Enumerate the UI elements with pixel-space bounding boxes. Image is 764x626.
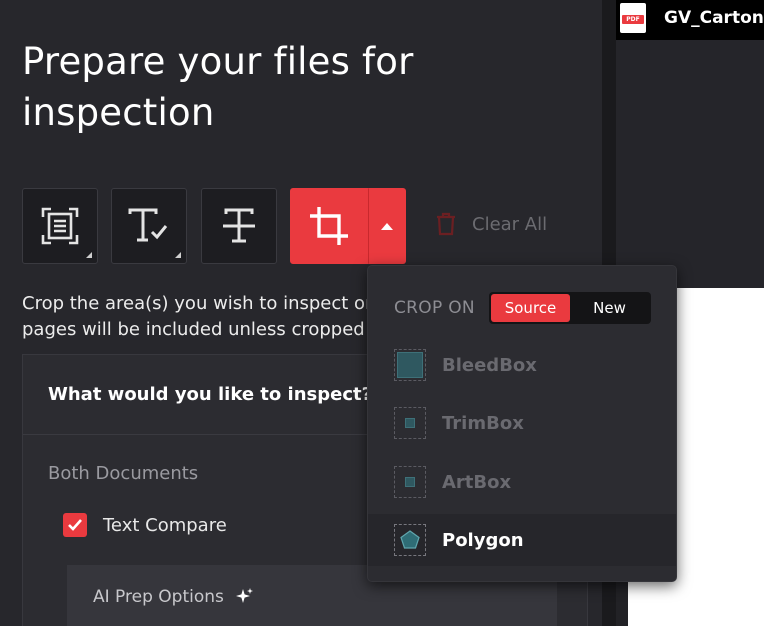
clear-all-button[interactable]: Clear All	[436, 212, 547, 236]
text-compare-option[interactable]: Text Compare	[63, 513, 227, 537]
menu-item-label: BleedBox	[442, 354, 537, 376]
menu-item-label: ArtBox	[442, 471, 512, 493]
menu-item-bleedbox[interactable]: BleedBox	[368, 339, 676, 391]
crop-button[interactable]	[290, 188, 368, 264]
toggle-new[interactable]: New	[570, 294, 649, 322]
menu-item-polygon[interactable]: Polygon	[368, 514, 676, 566]
menu-item-trimbox[interactable]: TrimBox	[368, 397, 676, 449]
artbox-icon	[394, 466, 426, 498]
section-label: Both Documents	[48, 463, 199, 484]
checkmark-icon	[68, 519, 82, 531]
text-compare-label: Text Compare	[103, 514, 227, 536]
submenu-corner-indicator	[86, 252, 92, 258]
pdf-file-icon: PDF	[620, 3, 646, 33]
text-check-button[interactable]	[111, 188, 187, 264]
text-compare-checkbox[interactable]	[63, 513, 87, 537]
pdf-badge: PDF	[622, 15, 644, 24]
document-tab[interactable]: PDF GV_Carton	[620, 0, 764, 36]
crop-on-label: CROP ON	[394, 298, 475, 318]
clear-all-label: Clear All	[472, 213, 548, 235]
document-filename: GV_Carton	[664, 8, 764, 28]
caret-up-icon	[381, 222, 393, 230]
crop-icon	[310, 207, 348, 245]
sparkle-icon	[235, 588, 253, 603]
menu-item-label: TrimBox	[442, 412, 524, 434]
menu-item-label: Polygon	[442, 529, 524, 551]
crop-options-menu: CROP ON Source New BleedBox TrimBox ArtB…	[367, 265, 677, 582]
scan-frame-icon	[41, 207, 79, 245]
crop-target-toggle: Source New	[489, 292, 651, 324]
strikethrough-button[interactable]	[201, 188, 277, 264]
polygon-icon	[394, 524, 426, 556]
trimbox-icon	[394, 407, 426, 439]
page-title: Prepare your files for inspection	[22, 40, 414, 134]
menu-item-artbox[interactable]: ArtBox	[368, 456, 676, 508]
viewer-background	[616, 40, 764, 288]
crop-options-toggle-button[interactable]	[368, 188, 406, 264]
select-area-button[interactable]	[22, 188, 98, 264]
bleedbox-icon	[394, 349, 426, 381]
strikethrough-icon	[223, 208, 255, 243]
text-check-icon	[128, 208, 168, 242]
submenu-corner-indicator	[175, 252, 181, 258]
trash-icon	[437, 212, 455, 236]
toggle-source[interactable]: Source	[491, 294, 570, 322]
ai-prep-label: AI Prep Options	[93, 587, 224, 607]
